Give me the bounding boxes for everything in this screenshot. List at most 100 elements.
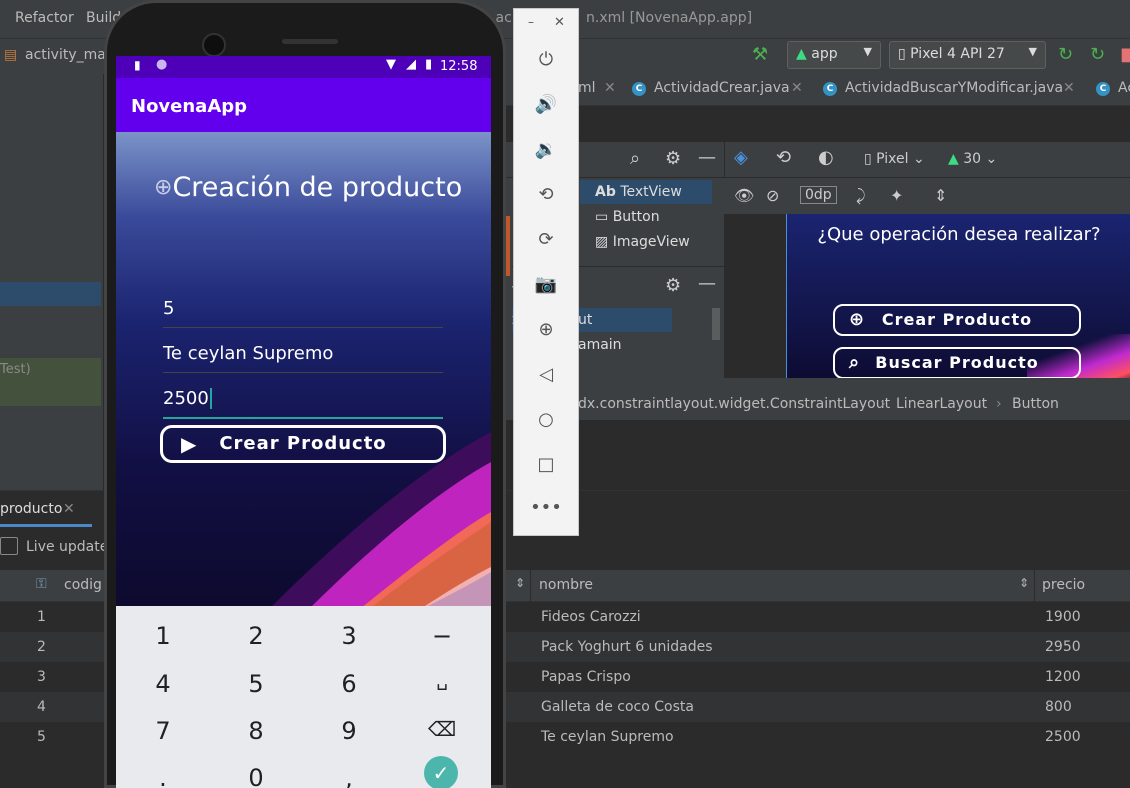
key-7[interactable]: 7 <box>133 717 193 745</box>
sort-icon[interactable]: ⇕ <box>1019 576 1029 590</box>
tab-label: ActividadCrear.java <box>654 80 790 96</box>
key-period[interactable]: . <box>133 764 193 788</box>
live-updates-checkbox[interactable] <box>0 537 18 555</box>
emulator-screen[interactable]: ▮ ● ▼ ◢ ▮ 12:58 NovenaApp ⊕Creación de p… <box>116 56 491 788</box>
apply-changes-icon[interactable]: ↻ <box>1058 44 1073 65</box>
preview-create-label: Crear Producto <box>881 310 1033 329</box>
tab-label: ActividadBuscarYModificar.java <box>845 80 1064 96</box>
run-config-select[interactable]: ▲ app ▼ <box>787 41 881 69</box>
back-icon[interactable]: ◁ <box>514 364 578 385</box>
app-title: NovenaApp <box>131 96 248 117</box>
cell-codigo: 3 <box>37 669 46 685</box>
minimize-icon[interactable]: — <box>698 147 716 168</box>
key-icon: ⚿ <box>36 576 47 592</box>
key-minus[interactable]: − <box>412 622 472 650</box>
close-icon[interactable]: ✕ <box>604 80 616 96</box>
api-select[interactable]: ▲ 30 ⌄ <box>948 151 997 167</box>
preview-create-button[interactable]: ⊕ Crear Producto <box>833 304 1081 336</box>
key-0[interactable]: 0 <box>226 764 286 788</box>
power-icon[interactable]: ⏻ <box>514 49 578 70</box>
cell-precio: 1200 <box>1045 669 1081 685</box>
column-codigo[interactable]: codig <box>64 577 102 593</box>
key-5[interactable]: 5 <box>226 670 286 698</box>
app-bar: NovenaApp <box>116 78 491 132</box>
rotate-right-icon[interactable]: ⟳ <box>514 229 578 250</box>
price-field[interactable]: 2500 <box>163 388 443 419</box>
selected-row[interactable] <box>0 282 101 306</box>
code-field[interactable]: 5 <box>163 298 443 328</box>
close-icon[interactable]: ✕ <box>63 501 75 517</box>
tab-partial[interactable]: C Ac <box>1096 80 1130 96</box>
tab-actividad-crear[interactable]: C ActividadCrear.java <box>632 80 790 96</box>
sort-icon[interactable]: ⇕ <box>515 576 525 590</box>
gear-icon[interactable]: ⚙ <box>665 275 681 296</box>
guidelines-icon[interactable]: ⇕ <box>934 186 947 205</box>
palette-item-button[interactable]: ▭ Button <box>595 209 660 225</box>
palette-item-textview[interactable]: Ab TextView <box>595 184 682 200</box>
textview-icon: Ab <box>595 184 616 200</box>
layers-icon[interactable]: ◈ <box>734 147 748 168</box>
tree-item-main[interactable]: amain <box>578 337 622 353</box>
tab-layout-xml[interactable]: ml <box>578 80 596 96</box>
minimize-icon[interactable]: — <box>698 273 716 294</box>
zoom-icon[interactable]: ⊕ <box>514 319 578 340</box>
rotate-left-icon[interactable]: ⟲ <box>514 184 578 205</box>
key-done[interactable]: ✓ <box>424 756 458 788</box>
default-margin[interactable]: 0dp <box>800 186 837 204</box>
night-mode-icon[interactable]: ◐ <box>818 147 834 168</box>
palette-label: Button <box>612 209 660 225</box>
close-icon[interactable]: ✕ <box>554 15 565 30</box>
build-hammer-icon[interactable]: ⚒ <box>752 44 768 65</box>
overview-icon[interactable]: □ <box>514 454 578 475</box>
orientation-icon[interactable]: ⟲ <box>776 147 791 168</box>
canvas-scrollbar[interactable] <box>724 378 1130 388</box>
plus-circle-icon: ⊕ <box>154 175 173 200</box>
key-1[interactable]: 1 <box>133 622 193 650</box>
volume-up-icon[interactable]: 🔊 <box>514 94 578 115</box>
key-9[interactable]: 9 <box>319 717 379 745</box>
image-icon: ▨ <box>595 234 609 250</box>
stop-icon[interactable]: ■ <box>1120 44 1130 65</box>
breadcrumb-linear[interactable]: LinearLayout <box>896 396 987 412</box>
device-select[interactable]: ▯ Pixel 4 API 27 ▼ <box>889 41 1046 69</box>
infer-constraints-icon[interactable]: ✦ <box>890 186 903 205</box>
breadcrumb-constraint[interactable]: dx.constraintlayout.widget.ConstraintLay… <box>578 396 890 412</box>
column-precio[interactable]: precio <box>1042 577 1085 593</box>
file-tab-activity[interactable]: activity_mai <box>25 47 110 63</box>
magnet-icon[interactable]: ⊘ <box>766 186 779 205</box>
tab-producto[interactable]: producto ✕ <box>0 491 92 527</box>
key-comma[interactable]: , <box>319 764 379 788</box>
key-backspace[interactable]: ⌫ <box>412 717 472 741</box>
column-divider <box>530 570 531 602</box>
key-3[interactable]: 3 <box>319 622 379 650</box>
more-icon[interactable]: ••• <box>514 497 578 518</box>
gear-icon[interactable]: ⚙ <box>665 148 681 169</box>
name-field[interactable]: Te ceylan Supremo <box>163 343 443 373</box>
minimize-icon[interactable]: – <box>528 15 534 29</box>
scrollbar[interactable] <box>712 308 720 340</box>
clear-constraints-icon[interactable]: ⤸ <box>856 186 866 206</box>
create-product-button[interactable]: ▶ Crear Producto <box>160 425 446 463</box>
close-icon[interactable]: ✕ <box>1063 80 1075 96</box>
device-preview-select[interactable]: ▯ Pixel ⌄ <box>864 151 925 167</box>
layout-preview: ¿Que operación desea realizar? ⊕ Crear P… <box>786 214 1130 394</box>
camera-icon[interactable]: 📷 <box>514 274 578 295</box>
column-nombre[interactable]: nombre <box>539 577 593 593</box>
preview-search-button[interactable]: ⌕ Buscar Producto <box>833 347 1081 379</box>
menu-refactor[interactable]: Refactor <box>15 10 74 26</box>
tree-item-layout[interactable]: ut <box>578 312 592 328</box>
palette-item-imageview[interactable]: ▨ ImageView <box>595 234 690 250</box>
key-6[interactable]: 6 <box>319 670 379 698</box>
key-8[interactable]: 8 <box>226 717 286 745</box>
home-icon[interactable]: ○ <box>514 409 578 430</box>
close-icon[interactable]: ✕ <box>791 80 803 96</box>
eye-icon[interactable]: 👁 <box>734 186 754 205</box>
search-icon[interactable]: ⌕ <box>630 148 640 169</box>
key-space[interactable]: ␣ <box>412 670 472 691</box>
breadcrumb-button[interactable]: Button <box>1012 396 1059 412</box>
tab-actividad-buscar[interactable]: C ActividadBuscarYModificar.java <box>823 80 1063 96</box>
volume-down-icon[interactable]: 🔉 <box>514 139 578 160</box>
apply-code-changes-icon[interactable]: ↻ <box>1090 44 1105 65</box>
key-4[interactable]: 4 <box>133 670 193 698</box>
key-2[interactable]: 2 <box>226 622 286 650</box>
